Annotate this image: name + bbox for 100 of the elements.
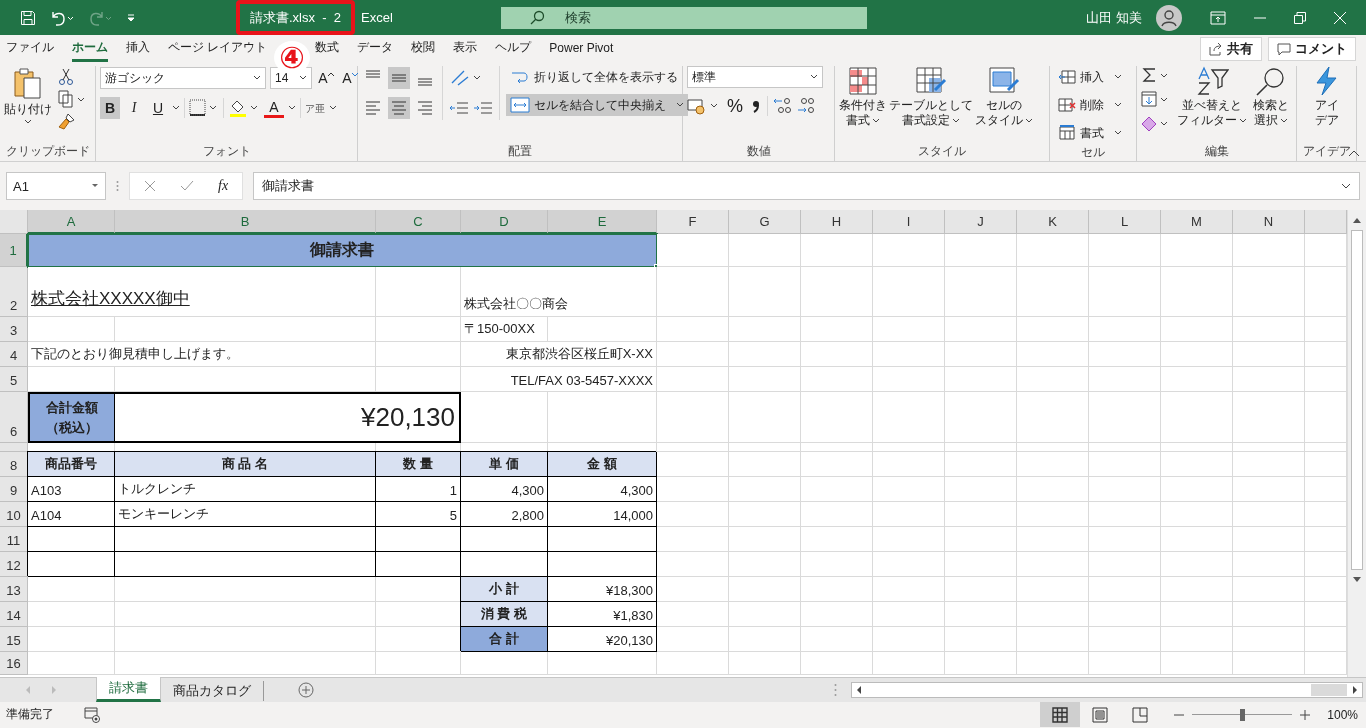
row-header[interactable]: 1 [0,234,28,267]
column-header[interactable]: N [1233,210,1305,234]
row-header[interactable]: 11 [0,527,28,552]
zoom-in-icon[interactable] [1300,709,1310,720]
vertical-scrollbar[interactable] [1347,210,1366,677]
table-cell[interactable]: 4,300 [461,477,548,502]
table-cell[interactable]: 1 [376,477,461,502]
table-cell[interactable]: 商 品 名 [115,452,376,477]
table-cell[interactable]: ¥20,130 [548,627,657,652]
underline-button[interactable]: U [148,97,168,119]
ribbon-tab[interactable]: ファイル [6,35,54,62]
merge-center-button[interactable]: セルを結合して中央揃え [506,94,688,116]
ribbon-tab[interactable]: Power Pivot [549,35,614,62]
enter-icon[interactable] [180,180,194,192]
table-cell[interactable]: 5 [376,502,461,527]
column-header[interactable]: L [1089,210,1161,234]
borders-icon[interactable] [189,99,219,117]
customize-icon[interactable] [126,12,136,23]
table-cell[interactable]: 合 計 [461,627,548,652]
decrease-indent-icon[interactable] [449,100,469,116]
grow-font-button[interactable]: A [316,67,336,89]
ribbon-tab[interactable]: 表示 [453,35,478,62]
table-cell[interactable]: 2,800 [461,502,548,527]
select-all-button[interactable] [0,210,28,234]
next-sheet-icon[interactable] [50,685,58,695]
column-header[interactable]: K [1017,210,1089,234]
table-cell[interactable]: A103 [28,477,115,502]
ribbon-tab[interactable]: 校閲 [411,35,436,62]
caret-icon[interactable] [288,105,296,111]
restore-icon[interactable] [1294,11,1306,24]
column-header[interactable]: B [115,210,376,234]
undo-icon[interactable] [50,9,74,26]
search-field[interactable]: 検索 [500,6,867,29]
add-sheet-icon[interactable] [298,682,314,698]
cancel-icon[interactable] [144,180,156,192]
row-header[interactable]: 12 [0,552,28,577]
comment-button[interactable]: コメント [1268,36,1356,61]
conditional-formatting-button[interactable]: 条件付き 書式 [839,66,887,128]
format-as-table-button[interactable]: テーブルとして 書式設定 [889,66,973,128]
drag-handle-icon[interactable] [116,180,119,192]
table-cell[interactable]: ¥20,130 [115,392,461,443]
caret-icon[interactable] [172,105,180,111]
paintbrush-icon[interactable] [58,112,76,130]
insert-function-button[interactable]: fx [218,178,229,194]
italic-button[interactable]: I [124,97,144,119]
collapse-ribbon-icon[interactable] [1348,149,1360,157]
caret-icon[interactable] [329,105,337,111]
row-header[interactable]: 9 [0,477,28,502]
delete-cells-button[interactable]: 削除 [1054,94,1126,116]
table-cell[interactable]: 御請求書 [28,234,657,267]
ribbon-tab[interactable]: 挿入 [126,35,150,62]
table-cell[interactable] [115,527,376,552]
table-cell[interactable]: 消 費 税 [461,602,548,627]
column-header[interactable]: I [873,210,945,234]
sheet-tab[interactable]: 請求書 [96,676,161,702]
orientation-icon[interactable] [449,69,483,87]
table-cell[interactable]: 単 価 [461,452,548,477]
table-cell[interactable]: ¥18,300 [548,577,657,602]
column-header[interactable]: C [376,210,461,234]
column-header[interactable]: G [729,210,801,234]
shrink-font-button[interactable]: A [340,67,360,89]
wrap-text-button[interactable]: 折り返して全体を表示する [506,66,688,88]
row-header[interactable]: 3 [0,317,28,342]
column-header[interactable]: J [945,210,1017,234]
drag-handle-icon[interactable] [834,683,837,697]
table-cell[interactable]: 東京都渋谷区桜丘町X-XX [461,342,657,367]
zoom-level[interactable]: 100% [1318,707,1358,722]
sort-filter-button[interactable]: 並べ替えと フィルター [1177,66,1247,128]
table-cell[interactable]: 〒150-00XX [461,317,548,342]
insert-cells-button[interactable]: 挿入 [1054,66,1126,88]
format-cells-button[interactable]: 書式 [1054,122,1126,144]
table-cell[interactable] [28,552,115,577]
table-cell[interactable]: 株式会社XXXXX御中 [28,267,376,317]
increase-indent-icon[interactable] [473,100,493,116]
table-cell[interactable] [548,527,657,552]
table-cell[interactable]: ¥1,830 [548,602,657,627]
ribbon-tab[interactable]: データ [357,35,394,62]
increase-decimal-icon[interactable] [772,97,792,115]
close-icon[interactable] [1334,11,1346,24]
table-cell[interactable] [376,527,461,552]
column-header[interactable]: D [461,210,548,234]
percent-button[interactable]: % [725,95,745,117]
table-cell[interactable]: TEL/FAX 03-5457-XXXX [461,367,657,392]
table-cell[interactable]: 数 量 [376,452,461,477]
table-cell[interactable] [376,552,461,577]
ribbon-tab[interactable]: ホーム [72,35,108,62]
table-cell[interactable]: 合計金額 （税込） [28,392,115,443]
row-header[interactable]: 16 [0,652,28,675]
table-cell[interactable] [28,527,115,552]
table-cell[interactable]: 4,300 [548,477,657,502]
row-header[interactable]: 8 [0,452,28,477]
previous-sheet-icon[interactable] [24,685,32,695]
table-cell[interactable]: 小 計 [461,577,548,602]
table-cell[interactable]: 下記のとおり御見積申し上げます。 [28,342,376,367]
column-header[interactable]: H [801,210,873,234]
row-header[interactable]: 2 [0,267,28,317]
middle-align-icon[interactable] [388,67,410,89]
formula-field[interactable]: 御請求書 [253,172,1360,200]
sheet-tab[interactable]: 商品カタログ [161,680,264,701]
table-cell[interactable]: 商品番号 [28,452,115,477]
